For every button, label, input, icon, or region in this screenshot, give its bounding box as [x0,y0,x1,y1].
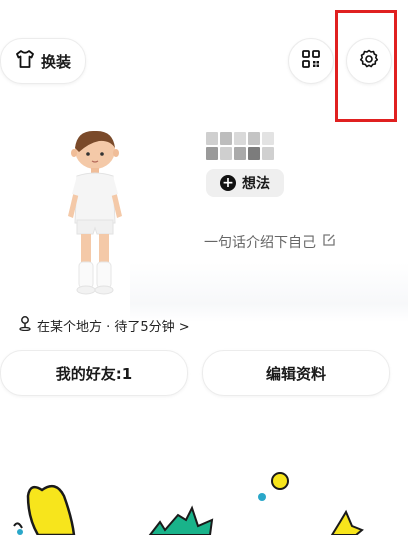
avatar-figure[interactable] [55,128,135,298]
decorative-illustration [0,460,408,537]
background-gradient [130,262,408,322]
shirt-icon [15,50,35,72]
edit-profile-button[interactable]: 编辑资料 [202,350,390,396]
location-status[interactable]: 在某个地方 · 待了5分钟 > [18,315,190,335]
thought-button[interactable]: + 想法 [206,169,284,197]
edit-profile-label: 编辑资料 [265,364,326,383]
plus-icon: + [220,175,236,191]
highlight-box [335,10,397,122]
qr-code-icon [302,50,320,72]
my-friends-label: 我的好友:1 [55,364,133,383]
qr-code-button[interactable] [288,38,334,84]
location-pin-icon [18,315,32,335]
my-friends-button[interactable]: 我的好友:1 [0,350,188,396]
bio-text: 一句话介绍下自己 [204,235,316,251]
edit-icon [322,233,336,251]
location-text: 在某个地方 · 待了5分钟 > [37,319,190,335]
bio-row[interactable]: 一句话介绍下自己 [204,232,364,252]
outfit-label: 换装 [40,52,71,71]
username-blurred [206,132,274,162]
thought-label: 想法 [242,176,270,192]
outfit-button[interactable]: 换装 [0,38,86,84]
